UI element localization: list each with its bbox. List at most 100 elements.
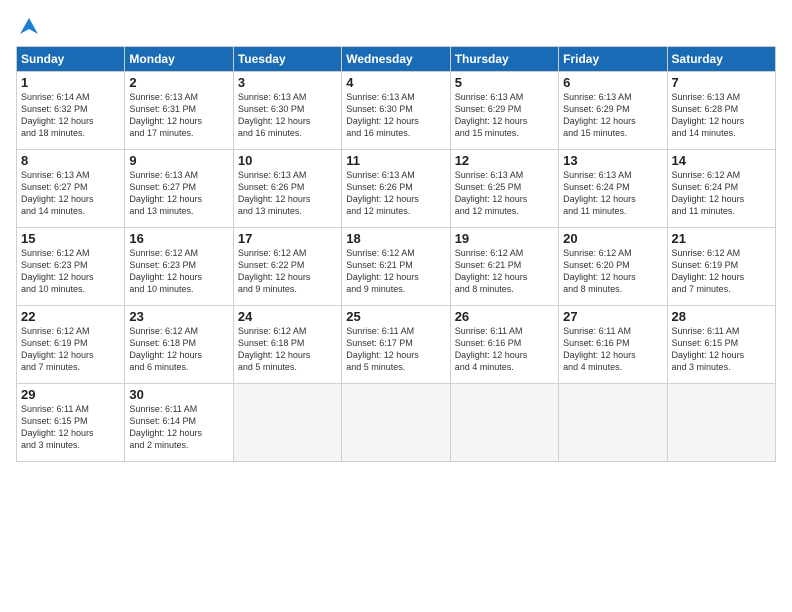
week-row-1: 1Sunrise: 6:14 AM Sunset: 6:32 PM Daylig…: [17, 72, 776, 150]
logo-bird-icon: [18, 16, 40, 38]
day-info: Sunrise: 6:13 AM Sunset: 6:28 PM Dayligh…: [672, 91, 771, 140]
day-info: Sunrise: 6:13 AM Sunset: 6:27 PM Dayligh…: [21, 169, 120, 218]
day-cell: 27Sunrise: 6:11 AM Sunset: 6:16 PM Dayli…: [559, 306, 667, 384]
calendar-table: SundayMondayTuesdayWednesdayThursdayFrid…: [16, 46, 776, 462]
day-number: 12: [455, 153, 554, 168]
day-cell: 8Sunrise: 6:13 AM Sunset: 6:27 PM Daylig…: [17, 150, 125, 228]
day-number: 3: [238, 75, 337, 90]
day-cell: 19Sunrise: 6:12 AM Sunset: 6:21 PM Dayli…: [450, 228, 558, 306]
day-info: Sunrise: 6:12 AM Sunset: 6:19 PM Dayligh…: [672, 247, 771, 296]
day-info: Sunrise: 6:12 AM Sunset: 6:19 PM Dayligh…: [21, 325, 120, 374]
day-cell: 25Sunrise: 6:11 AM Sunset: 6:17 PM Dayli…: [342, 306, 450, 384]
day-cell: 5Sunrise: 6:13 AM Sunset: 6:29 PM Daylig…: [450, 72, 558, 150]
page: SundayMondayTuesdayWednesdayThursdayFrid…: [0, 0, 792, 612]
day-number: 29: [21, 387, 120, 402]
day-cell: 30Sunrise: 6:11 AM Sunset: 6:14 PM Dayli…: [125, 384, 233, 462]
day-number: 7: [672, 75, 771, 90]
day-cell: 6Sunrise: 6:13 AM Sunset: 6:29 PM Daylig…: [559, 72, 667, 150]
day-number: 4: [346, 75, 445, 90]
day-info: Sunrise: 6:13 AM Sunset: 6:26 PM Dayligh…: [238, 169, 337, 218]
day-cell: 23Sunrise: 6:12 AM Sunset: 6:18 PM Dayli…: [125, 306, 233, 384]
day-number: 26: [455, 309, 554, 324]
day-cell: 29Sunrise: 6:11 AM Sunset: 6:15 PM Dayli…: [17, 384, 125, 462]
day-info: Sunrise: 6:12 AM Sunset: 6:22 PM Dayligh…: [238, 247, 337, 296]
week-row-3: 15Sunrise: 6:12 AM Sunset: 6:23 PM Dayli…: [17, 228, 776, 306]
day-number: 25: [346, 309, 445, 324]
col-header-sunday: Sunday: [17, 47, 125, 72]
day-cell: [233, 384, 341, 462]
day-cell: 15Sunrise: 6:12 AM Sunset: 6:23 PM Dayli…: [17, 228, 125, 306]
day-cell: 28Sunrise: 6:11 AM Sunset: 6:15 PM Dayli…: [667, 306, 775, 384]
day-cell: [559, 384, 667, 462]
day-number: 27: [563, 309, 662, 324]
day-number: 2: [129, 75, 228, 90]
day-cell: 4Sunrise: 6:13 AM Sunset: 6:30 PM Daylig…: [342, 72, 450, 150]
header-row: SundayMondayTuesdayWednesdayThursdayFrid…: [17, 47, 776, 72]
day-cell: 14Sunrise: 6:12 AM Sunset: 6:24 PM Dayli…: [667, 150, 775, 228]
day-info: Sunrise: 6:12 AM Sunset: 6:21 PM Dayligh…: [346, 247, 445, 296]
day-number: 6: [563, 75, 662, 90]
day-cell: 17Sunrise: 6:12 AM Sunset: 6:22 PM Dayli…: [233, 228, 341, 306]
day-number: 28: [672, 309, 771, 324]
col-header-thursday: Thursday: [450, 47, 558, 72]
col-header-monday: Monday: [125, 47, 233, 72]
week-row-5: 29Sunrise: 6:11 AM Sunset: 6:15 PM Dayli…: [17, 384, 776, 462]
day-info: Sunrise: 6:13 AM Sunset: 6:31 PM Dayligh…: [129, 91, 228, 140]
day-number: 15: [21, 231, 120, 246]
day-cell: 7Sunrise: 6:13 AM Sunset: 6:28 PM Daylig…: [667, 72, 775, 150]
day-info: Sunrise: 6:12 AM Sunset: 6:18 PM Dayligh…: [238, 325, 337, 374]
day-number: 1: [21, 75, 120, 90]
day-info: Sunrise: 6:12 AM Sunset: 6:20 PM Dayligh…: [563, 247, 662, 296]
col-header-wednesday: Wednesday: [342, 47, 450, 72]
day-number: 8: [21, 153, 120, 168]
day-cell: 2Sunrise: 6:13 AM Sunset: 6:31 PM Daylig…: [125, 72, 233, 150]
day-cell: 20Sunrise: 6:12 AM Sunset: 6:20 PM Dayli…: [559, 228, 667, 306]
day-info: Sunrise: 6:11 AM Sunset: 6:17 PM Dayligh…: [346, 325, 445, 374]
day-info: Sunrise: 6:11 AM Sunset: 6:16 PM Dayligh…: [563, 325, 662, 374]
week-row-4: 22Sunrise: 6:12 AM Sunset: 6:19 PM Dayli…: [17, 306, 776, 384]
day-number: 17: [238, 231, 337, 246]
col-header-friday: Friday: [559, 47, 667, 72]
day-info: Sunrise: 6:13 AM Sunset: 6:30 PM Dayligh…: [346, 91, 445, 140]
day-cell: 22Sunrise: 6:12 AM Sunset: 6:19 PM Dayli…: [17, 306, 125, 384]
day-cell: 9Sunrise: 6:13 AM Sunset: 6:27 PM Daylig…: [125, 150, 233, 228]
day-number: 13: [563, 153, 662, 168]
day-info: Sunrise: 6:11 AM Sunset: 6:15 PM Dayligh…: [21, 403, 120, 452]
day-number: 22: [21, 309, 120, 324]
day-number: 14: [672, 153, 771, 168]
col-header-saturday: Saturday: [667, 47, 775, 72]
day-info: Sunrise: 6:12 AM Sunset: 6:23 PM Dayligh…: [129, 247, 228, 296]
day-number: 10: [238, 153, 337, 168]
day-number: 19: [455, 231, 554, 246]
day-number: 20: [563, 231, 662, 246]
day-info: Sunrise: 6:11 AM Sunset: 6:14 PM Dayligh…: [129, 403, 228, 452]
day-number: 5: [455, 75, 554, 90]
day-number: 23: [129, 309, 228, 324]
day-info: Sunrise: 6:11 AM Sunset: 6:15 PM Dayligh…: [672, 325, 771, 374]
day-info: Sunrise: 6:13 AM Sunset: 6:25 PM Dayligh…: [455, 169, 554, 218]
day-info: Sunrise: 6:12 AM Sunset: 6:23 PM Dayligh…: [21, 247, 120, 296]
day-cell: 10Sunrise: 6:13 AM Sunset: 6:26 PM Dayli…: [233, 150, 341, 228]
day-cell: 26Sunrise: 6:11 AM Sunset: 6:16 PM Dayli…: [450, 306, 558, 384]
day-number: 9: [129, 153, 228, 168]
day-info: Sunrise: 6:13 AM Sunset: 6:27 PM Dayligh…: [129, 169, 228, 218]
day-number: 11: [346, 153, 445, 168]
day-cell: 21Sunrise: 6:12 AM Sunset: 6:19 PM Dayli…: [667, 228, 775, 306]
day-info: Sunrise: 6:13 AM Sunset: 6:24 PM Dayligh…: [563, 169, 662, 218]
day-cell: 24Sunrise: 6:12 AM Sunset: 6:18 PM Dayli…: [233, 306, 341, 384]
day-cell: 16Sunrise: 6:12 AM Sunset: 6:23 PM Dayli…: [125, 228, 233, 306]
day-cell: 3Sunrise: 6:13 AM Sunset: 6:30 PM Daylig…: [233, 72, 341, 150]
day-cell: [342, 384, 450, 462]
day-number: 24: [238, 309, 337, 324]
day-cell: [450, 384, 558, 462]
day-cell: 1Sunrise: 6:14 AM Sunset: 6:32 PM Daylig…: [17, 72, 125, 150]
day-cell: 18Sunrise: 6:12 AM Sunset: 6:21 PM Dayli…: [342, 228, 450, 306]
day-number: 18: [346, 231, 445, 246]
header: [16, 16, 776, 38]
day-info: Sunrise: 6:13 AM Sunset: 6:29 PM Dayligh…: [455, 91, 554, 140]
week-row-2: 8Sunrise: 6:13 AM Sunset: 6:27 PM Daylig…: [17, 150, 776, 228]
logo: [16, 16, 40, 38]
col-header-tuesday: Tuesday: [233, 47, 341, 72]
day-info: Sunrise: 6:12 AM Sunset: 6:21 PM Dayligh…: [455, 247, 554, 296]
day-cell: 12Sunrise: 6:13 AM Sunset: 6:25 PM Dayli…: [450, 150, 558, 228]
